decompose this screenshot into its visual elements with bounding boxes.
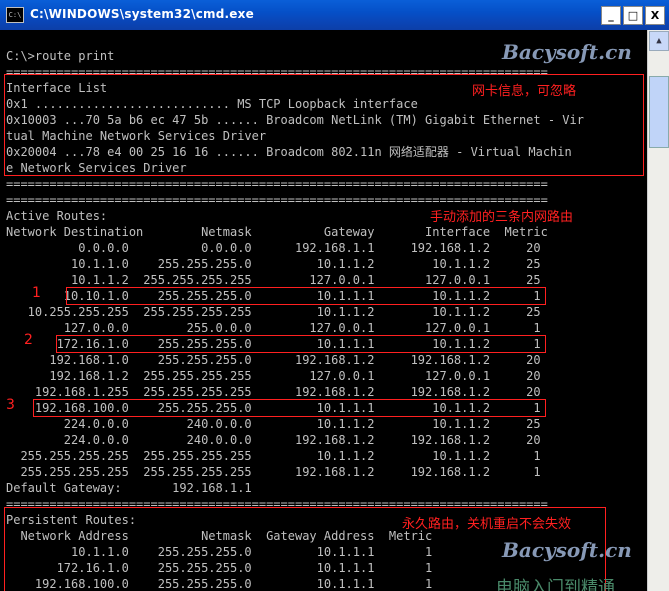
watermark-cn: 电脑入门到精通: [496, 578, 615, 591]
title-bar[interactable]: C:\ C:\WINDOWS\system32\cmd.exe _ □ X: [0, 0, 669, 30]
manual-routes-annotation: 手动添加的三条内网路由: [430, 210, 574, 225]
cmd-window: C:\ C:\WINDOWS\system32\cmd.exe _ □ X 19…: [0, 0, 669, 591]
console-output[interactable]: 192.168.100.0 255.255.255.0 10.1.1.1 1 1…: [0, 30, 647, 591]
annotation-number-1: 1: [32, 285, 41, 301]
scroll-thumb[interactable]: [649, 76, 669, 148]
vertical-scrollbar[interactable]: ▲: [647, 30, 669, 591]
console-line: 127.0.0.0 255.0.0.0 127.0.0.1 127.0.0.1 …: [6, 321, 541, 335]
route-box-1: [66, 287, 546, 305]
console-line: C:\>route print: [6, 49, 115, 63]
console-line: ========================================…: [6, 177, 548, 191]
console-line: Active Routes:: [6, 209, 108, 223]
console-line: 192.168.1.0 255.255.255.0 192.168.1.2 19…: [6, 353, 541, 367]
persistent-annotation: 永久路由，关机重启不会失效: [402, 517, 572, 532]
console-line: 10.1.1.0 255.255.255.0 10.1.1.2 10.1.1.2…: [6, 257, 541, 271]
console-line: 10.1.1.2 255.255.255.255 127.0.0.1 127.0…: [6, 273, 541, 287]
watermark-top: Bacysoft.cn: [502, 40, 632, 64]
console-line: Default Gateway: 192.168.1.1: [6, 481, 252, 495]
window-title: C:\WINDOWS\system32\cmd.exe: [30, 7, 254, 21]
console-line: 0.0.0.0 0.0.0.0 192.168.1.1 192.168.1.2 …: [6, 241, 541, 255]
console-line: 10.255.255.255 255.255.255.255 10.1.1.2 …: [6, 305, 541, 319]
console-line: 192.168.1.255 255.255.255.255 192.168.1.…: [6, 385, 541, 399]
nic-info-annotation: 网卡信息，可忽略: [472, 84, 577, 99]
watermark-bottom: Bacysoft.cn: [502, 538, 632, 562]
minimize-button[interactable]: _: [601, 6, 621, 25]
scroll-up-arrow-icon[interactable]: ▲: [649, 31, 669, 51]
console-line: 224.0.0.0 240.0.0.0 10.1.1.2 10.1.1.2 25: [6, 417, 541, 431]
close-button[interactable]: X: [645, 6, 665, 25]
route-box-2: [56, 335, 546, 353]
console-line: 192.168.1.2 255.255.255.255 127.0.0.1 12…: [6, 369, 541, 383]
console-line: 255.255.255.255 255.255.255.255 192.168.…: [6, 465, 541, 479]
annotation-number-3: 3: [6, 397, 15, 413]
route-box-3: [33, 399, 546, 417]
maximize-button[interactable]: □: [623, 6, 643, 25]
cmd-icon[interactable]: C:\: [6, 7, 24, 23]
console-line: 255.255.255.255 255.255.255.255 10.1.1.2…: [6, 449, 541, 463]
console-line: 224.0.0.0 240.0.0.0 192.168.1.2 192.168.…: [6, 433, 541, 447]
console-line: Network Destination Netmask Gateway Inte…: [6, 225, 548, 239]
annotation-number-2: 2: [24, 332, 33, 348]
